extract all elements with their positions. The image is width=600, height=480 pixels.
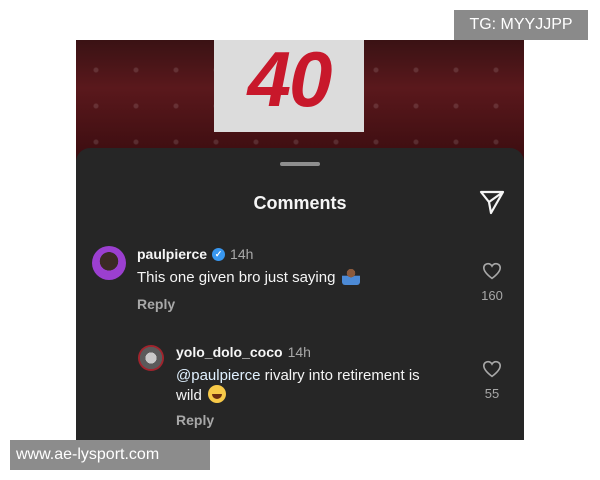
jersey-number: 40 (247, 40, 333, 123)
like-count: 160 (481, 288, 503, 303)
like-button[interactable]: 160 (472, 262, 512, 303)
heart-icon[interactable] (482, 360, 502, 378)
comment-text: @paulpierce rivalry into retirement is w… (176, 366, 466, 405)
person-shrugging-icon (341, 268, 360, 285)
avatar[interactable] (138, 345, 164, 371)
watermark-top: TG: MYYJJPP (454, 10, 588, 40)
comment-body: This one given bro just saying (137, 269, 336, 286)
verified-badge-icon: ✓ (212, 247, 226, 261)
comment-body-line2: wild (176, 387, 202, 404)
jersey-banner: 40 (214, 40, 364, 132)
timestamp: 14h (287, 344, 311, 360)
phone-screen: 40 Comments paulpierce ✓ 14h This one gi… (76, 40, 524, 440)
username[interactable]: yolo_dolo_coco (176, 344, 283, 360)
watermark-bottom: www.ae-lysport.com (10, 440, 210, 470)
username[interactable]: paulpierce (137, 246, 207, 262)
avatar[interactable] (92, 246, 126, 280)
drag-handle[interactable] (280, 162, 320, 166)
comment-header: yolo_dolo_coco 14h (176, 344, 311, 360)
like-count: 55 (484, 386, 500, 401)
reply-button[interactable]: Reply (176, 412, 214, 428)
mention-link[interactable]: @paulpierce (176, 367, 260, 384)
timestamp: 14h (230, 246, 254, 262)
like-button[interactable]: 55 (472, 360, 512, 401)
reply-button[interactable]: Reply (137, 296, 175, 312)
comment-text: This one given bro just saying (137, 268, 360, 287)
comment-header: paulpierce ✓ 14h (137, 246, 253, 262)
background-photo: 40 (76, 40, 524, 160)
sheet-title: Comments (253, 193, 347, 213)
face-with-tears-of-joy-icon (208, 385, 227, 403)
heart-icon[interactable] (482, 262, 502, 280)
comments-sheet: Comments paulpierce ✓ 14h This one given… (76, 148, 524, 440)
comment-body: rivalry into retirement is (264, 367, 420, 384)
paper-plane-icon[interactable] (478, 188, 506, 216)
